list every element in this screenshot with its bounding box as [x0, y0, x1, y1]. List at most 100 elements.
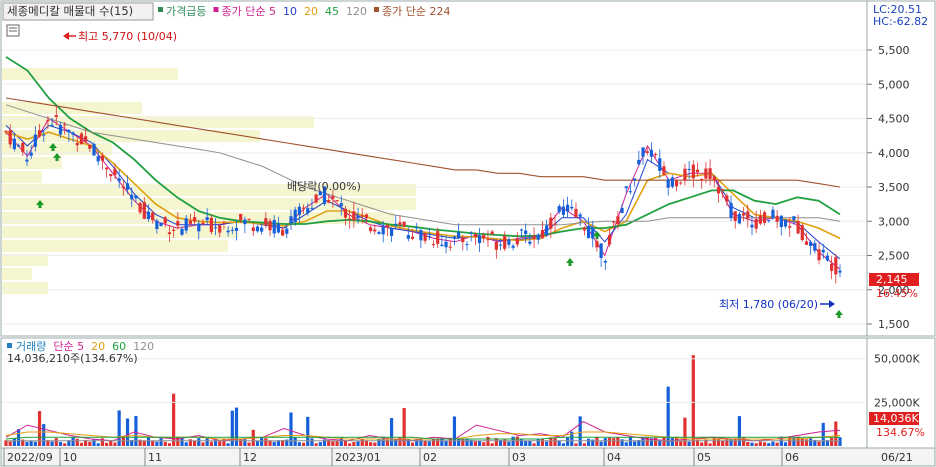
- candle-body: [750, 224, 754, 228]
- volume-bar: [377, 439, 381, 446]
- volume-bar: [599, 441, 603, 446]
- candle-body: [222, 222, 226, 224]
- low-annotation: 최저 1,780 (06/20): [719, 298, 835, 311]
- candle-body: [184, 218, 188, 231]
- legend-item[interactable]: 120: [346, 5, 367, 18]
- candle-body: [762, 212, 767, 223]
- volume-bar: [687, 441, 691, 446]
- volume-bar: [595, 436, 599, 446]
- candle-body: [201, 222, 205, 225]
- volume-bar: [670, 437, 674, 446]
- candle-body: [343, 208, 348, 218]
- volume-bar: [662, 437, 666, 446]
- time-label: 2023/01: [335, 451, 381, 464]
- candle-body: [100, 155, 104, 161]
- candle-body: [700, 178, 704, 181]
- price-tick-label: 2,500: [878, 250, 910, 263]
- hc-value: HC:-62.82: [873, 15, 928, 28]
- legend-item[interactable]: 20: [304, 5, 318, 18]
- legend-item[interactable]: 종가 단순 5: [221, 5, 275, 18]
- profile-bar: [2, 226, 238, 238]
- candle-body: [490, 231, 494, 235]
- volume-bar: [176, 436, 180, 446]
- volume-bar: [260, 437, 264, 446]
- low-label: 최저 1,780 (06/20): [719, 298, 818, 311]
- candle-body: [151, 212, 155, 221]
- candle-body: [381, 226, 385, 235]
- candle-body: [658, 158, 662, 171]
- candle-body: [725, 195, 729, 202]
- candle-body: [125, 183, 130, 190]
- profile-bar: [2, 240, 228, 252]
- volume-bar: [603, 438, 607, 446]
- legend-item[interactable]: 종가 단순 224: [382, 5, 450, 18]
- candle-body: [360, 215, 364, 217]
- volume-bar: [29, 440, 33, 446]
- legend-item[interactable]: 45: [325, 5, 339, 18]
- candle-body: [352, 211, 356, 221]
- price-panel[interactable]: [0, 0, 868, 337]
- candle-body: [364, 214, 369, 219]
- high-annotation: 최고 5,770 (10/04): [63, 30, 177, 43]
- volume-bar: [754, 443, 758, 446]
- candle-body: [708, 168, 712, 179]
- candle-body: [192, 217, 197, 222]
- indicator-legend[interactable]: 가격급등 종가 단순 5 10 20 45 120 종가 단순 224: [158, 5, 450, 18]
- volume-bar: [92, 439, 96, 446]
- candle-body: [134, 195, 138, 199]
- volume-bar: [758, 441, 762, 446]
- stock-label: 세종메디칼 매물대 수(15): [7, 4, 133, 18]
- time-label: 2022/09: [7, 451, 53, 464]
- candle-body: [549, 217, 553, 229]
- candle-body: [570, 206, 574, 209]
- candle-body: [817, 249, 821, 261]
- volume-bar: [762, 442, 767, 446]
- profile-bar: [2, 171, 42, 183]
- candle-body: [591, 227, 595, 239]
- volume-bar: [167, 443, 172, 446]
- volume-bar: [297, 442, 301, 446]
- volume-bar: [33, 441, 37, 446]
- candle-body: [272, 220, 276, 234]
- volume-bar: [25, 441, 29, 446]
- candle-body: [84, 136, 88, 142]
- volume-bar: [121, 436, 125, 446]
- volume-bar: [197, 438, 201, 446]
- legend-swatch: [213, 7, 219, 12]
- candle-body: [339, 203, 343, 207]
- candle-body: [507, 239, 511, 245]
- candle-body: [75, 142, 79, 146]
- candle-body: [33, 134, 37, 147]
- candle-body: [746, 211, 750, 219]
- volume-bar: [712, 436, 716, 446]
- candle-body: [515, 239, 519, 245]
- candle-body: [213, 227, 218, 229]
- legend-item[interactable]: 10: [283, 5, 297, 18]
- candle-body: [205, 217, 209, 221]
- candle-body: [410, 236, 415, 239]
- volume-bar: [50, 441, 54, 446]
- candle-body: [649, 149, 654, 157]
- candle-body: [104, 167, 109, 170]
- volume-bar: [545, 441, 549, 446]
- stock-chart[interactable]: 5,5005,0004,5004,0003,5003,0002,5002,000…: [0, 0, 936, 467]
- time-label: 02: [423, 451, 437, 464]
- price-tick-label: 4,500: [878, 113, 910, 126]
- legend-item[interactable]: 가격급등: [166, 5, 206, 18]
- volume-bar: [155, 441, 159, 446]
- volume-bar: [746, 442, 750, 446]
- time-label: 04: [607, 451, 621, 464]
- candle-body: [511, 245, 515, 248]
- candle-body: [431, 244, 436, 246]
- candle-body: [109, 174, 113, 177]
- current-price: 2,145: [876, 273, 908, 286]
- volume-bar: [431, 439, 436, 446]
- candle-body: [251, 227, 255, 232]
- profile-bar: [2, 282, 48, 294]
- candle-body: [553, 223, 557, 225]
- volume-bar: [658, 440, 662, 446]
- candle-body: [557, 206, 561, 212]
- volume-bar: [834, 421, 838, 446]
- volume-bar: [771, 441, 775, 446]
- volume-bar: [783, 442, 788, 446]
